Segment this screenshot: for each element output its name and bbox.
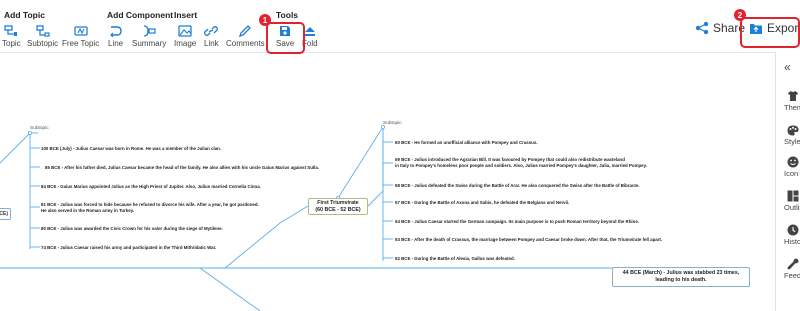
caesar-death-line2: leading to his death. (655, 277, 707, 284)
caesar-death-line1: 44 BCE (March) - Julius was stabbed 23 t… (622, 270, 740, 276)
image-label: Image (174, 39, 197, 48)
mindmap-canvas[interactable]: CE) Subtopic 100 BCE (July) - Julius Cae… (0, 53, 775, 311)
left-leaf-3[interactable]: 84 BCE - Gaius Marius appointed Julius a… (41, 184, 261, 190)
line-label: Line (108, 39, 124, 48)
right-leaf-6[interactable]: 53 BCE - After the death of Crassus, the… (395, 237, 662, 243)
right-sidebar: « Theme Style Icon Outline History Feedb (775, 52, 800, 311)
right-leaf-7[interactable]: 52 BCE - During the Battle of Alesia, Ga… (395, 256, 515, 262)
step-badge-2: 2 (734, 9, 746, 21)
left-edge-topic[interactable]: CE) (0, 208, 11, 220)
right-leaf-2[interactable]: 59 BCE - Julius introduced the Agrarian … (395, 157, 625, 163)
right-leaf-5[interactable]: 54 BCE - Julius Caesar started the Germa… (395, 219, 639, 225)
sidebar-style-label: Style (784, 137, 800, 146)
sidebar-icon-label: Icon (784, 169, 799, 178)
group-title-add-component: Add Component (107, 10, 174, 20)
free-topic-icon (73, 24, 88, 37)
central-topic-line1: First Triumvirate (317, 200, 359, 206)
left-leaf-5[interactable]: 80 BCE - Julius was awarded the Civic Cr… (41, 226, 223, 232)
central-topic[interactable]: First Triumvirate (60 BCE - 52 BCE) (308, 198, 368, 215)
sidebar-item-style[interactable]: Style (780, 124, 800, 146)
double-chevron-left-icon[interactable]: « (784, 60, 791, 74)
link-icon (204, 24, 219, 37)
right-leaf-4[interactable]: 57 BCE - During the Battle of Axona and … (395, 200, 569, 206)
link-label: Link (204, 39, 219, 48)
left-subtopic-label[interactable]: Subtopic (30, 126, 49, 131)
free-topic-label: Free Topic (62, 39, 100, 48)
left-leaf-4b[interactable]: He also served in the Roman army in Turk… (41, 208, 134, 214)
group-title-insert: Insert (174, 10, 198, 20)
subtopic-label: Subtopic (27, 39, 59, 48)
left-leaf-1[interactable]: 100 BCE (July) - Julius Caesar was born … (41, 146, 221, 152)
central-topic-line2: (60 BCE - 52 BCE) (315, 207, 361, 214)
summary-label: Summary (132, 39, 167, 48)
left-leaf-2[interactable]: 85 BCE - After his father died, Julius C… (45, 165, 319, 171)
sidebar-feedback-label: Feedback (784, 271, 800, 280)
left-leaf-6[interactable]: 74 BCE - Julius Caesar raised his army a… (41, 245, 216, 251)
sidebar-outline-label: Outline (784, 203, 800, 212)
toolbar: Add Topic Topic Subtopic Free Topic Add … (0, 0, 800, 54)
sidebar-item-theme[interactable]: Theme (780, 90, 800, 112)
summary-icon (142, 24, 156, 37)
right-leaf-3[interactable]: 58 BCE - Julius defeated the Swiss durin… (395, 183, 640, 189)
smiley-icon (786, 156, 800, 168)
free-topic-button[interactable]: Free Topic (62, 24, 99, 50)
line-button[interactable]: Line (108, 24, 123, 50)
summary-button[interactable]: Summary (132, 24, 166, 50)
link-button[interactable]: Link (204, 24, 219, 50)
group-title-tools: Tools (276, 10, 299, 20)
image-button[interactable]: Image (174, 24, 196, 50)
sidebar-theme-label: Theme (784, 103, 800, 112)
topic-icon (4, 24, 18, 37)
sidebar-item-outline[interactable]: Outline (780, 190, 800, 212)
sidebar-item-history[interactable]: History (780, 224, 800, 246)
group-title-add-topic: Add Topic (4, 10, 45, 20)
left-leaf-4[interactable]: 81 BCE - Julius was forced to hide becau… (41, 202, 259, 208)
topic-button[interactable]: Topic (2, 24, 21, 50)
image-icon (178, 24, 192, 37)
sidebar-item-feedback[interactable]: Feedback (780, 258, 800, 280)
outline-icon (786, 190, 800, 202)
line-icon (109, 24, 123, 37)
wrench-icon (786, 258, 800, 270)
sidebar-item-icon[interactable]: Icon (780, 156, 800, 178)
share-button[interactable]: Share (695, 21, 745, 35)
export-highlight-box (740, 17, 800, 48)
share-icon (695, 21, 709, 35)
right-leaf-1[interactable]: 60 BCE - He formed an unofficial allianc… (395, 140, 538, 146)
topic-label: Topic (2, 39, 21, 48)
subtopic-icon (35, 24, 50, 37)
comments-button[interactable]: Comments (226, 24, 265, 50)
clock-icon (786, 224, 800, 236)
caesar-death-topic[interactable]: 44 BCE (March) - Julius was stabbed 23 t… (612, 267, 750, 287)
tshirt-icon (786, 90, 800, 102)
sidebar-history-label: History (784, 237, 800, 246)
save-highlight-box (266, 22, 305, 54)
right-leaf-2b[interactable]: in Italy to Pompey's homeless poor peopl… (395, 163, 647, 169)
comments-label: Comments (226, 39, 265, 48)
subtopic-button[interactable]: Subtopic (27, 24, 58, 50)
step-badge-1: 1 (259, 14, 271, 26)
pencil-icon (238, 24, 252, 37)
palette-icon (786, 124, 800, 136)
right-subtopic-label[interactable]: Subtopic (383, 121, 402, 126)
